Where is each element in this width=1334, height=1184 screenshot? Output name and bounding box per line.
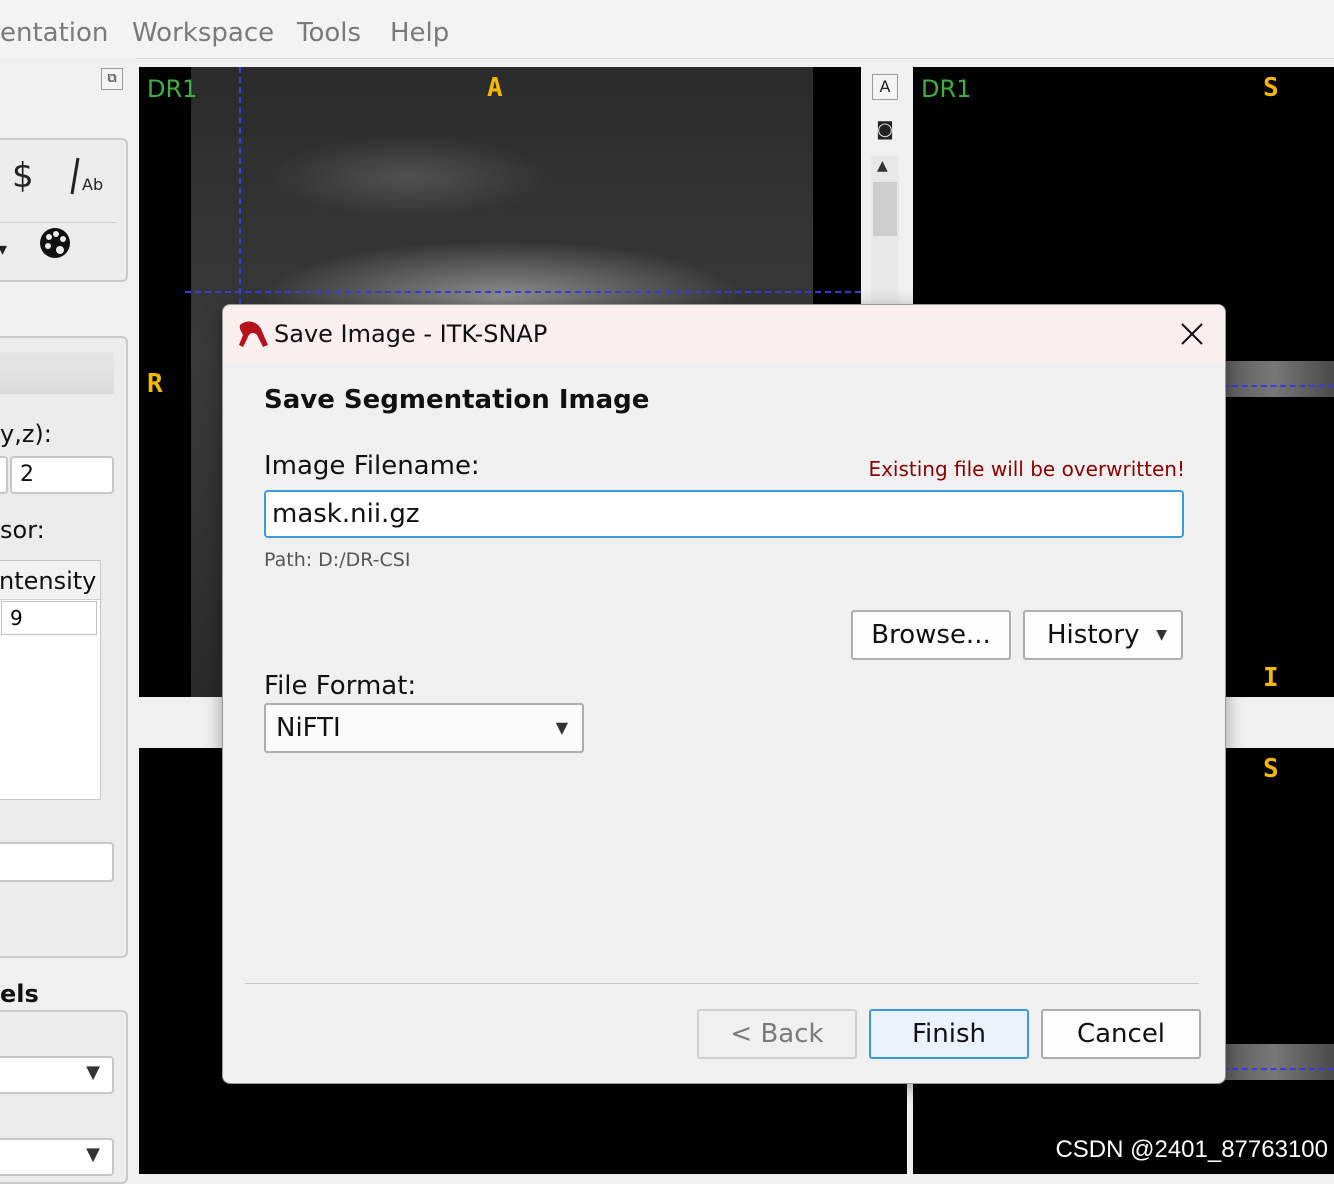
toolbox-divider — [0, 222, 116, 223]
dialog-titlebar: Save Image - ITK-SNAP — [223, 305, 1225, 363]
save-image-dialog: Save Image - ITK-SNAP Save Segmentation … — [222, 304, 1226, 1084]
active-label-select[interactable]: ▼ — [0, 1056, 114, 1094]
snake-tool-icon[interactable]: $ — [12, 154, 46, 198]
paint-over-select[interactable]: ▼ — [0, 1138, 114, 1176]
coord-x-field[interactable] — [0, 456, 8, 494]
format-label: File Format: — [264, 671, 417, 701]
format-select-value: NiFTI — [276, 713, 341, 743]
browse-button[interactable]: Browse... — [851, 610, 1011, 660]
filename-input[interactable]: mask.nii.gz — [264, 490, 1184, 538]
slice-scrollbar[interactable]: ▲ — [871, 156, 899, 306]
menu-help[interactable]: Help — [390, 18, 449, 48]
history-button[interactable]: History ▼ — [1023, 610, 1183, 660]
dialog-heading: Save Segmentation Image — [264, 385, 650, 415]
cursor-intensity-label: sor: — [0, 516, 45, 544]
watermark: CSDN @2401_87763100 — [1055, 1136, 1328, 1163]
orientation-superior: S — [1263, 754, 1279, 784]
path-text: Path: D:/DR-CSI — [264, 549, 411, 571]
layer-label: DR1 — [921, 75, 972, 103]
crosshair-horizontal — [185, 291, 861, 293]
cursor-coord-label: y,z): — [0, 420, 52, 448]
itk-snap-logo-icon — [237, 317, 271, 351]
undock-icon[interactable]: ⧉ — [101, 68, 123, 90]
chevron-down-icon: ▼ — [86, 1062, 100, 1083]
dialog-footer-divider — [245, 983, 1199, 984]
left-panel: ⧉ $ Ab ▾ y,z): 2 sor: ntensity 9 els ▼ ▼ — [0, 58, 136, 1184]
back-button[interactable]: < Back — [697, 1009, 857, 1059]
menu-tools[interactable]: Tools — [297, 18, 361, 48]
svg-text:Ab: Ab — [82, 175, 103, 194]
camera-icon[interactable]: ◙ — [872, 118, 898, 144]
history-button-label: History — [1047, 620, 1140, 650]
finish-button[interactable]: Finish — [869, 1009, 1029, 1059]
filename-label: Image Filename: — [264, 451, 480, 481]
annotation-tool-icon[interactable]: Ab — [62, 154, 110, 198]
orientation-anterior: A — [487, 73, 503, 103]
crosshair-horizontal — [1213, 385, 1334, 387]
label-value-field[interactable] — [0, 842, 114, 882]
panel-header — [0, 352, 114, 394]
layer-dropdown-icon[interactable]: ▾ — [0, 232, 22, 268]
annotation-toggle-icon[interactable]: A — [872, 74, 898, 100]
mri-slice-image — [1213, 361, 1334, 397]
orientation-right: R — [147, 369, 163, 399]
cancel-button[interactable]: Cancel — [1041, 1009, 1201, 1059]
mri-slice-image — [1213, 1044, 1334, 1080]
menu-segmentation[interactable]: entation — [0, 18, 108, 48]
labels-heading: els — [0, 980, 39, 1008]
palette-icon[interactable] — [38, 226, 74, 266]
dialog-title: Save Image - ITK-SNAP — [274, 320, 548, 348]
chevron-down-icon: ▼ — [555, 718, 568, 737]
scroll-thumb[interactable] — [873, 182, 897, 236]
chevron-down-icon: ▼ — [86, 1144, 100, 1165]
scroll-up-icon[interactable]: ▲ — [877, 158, 888, 174]
intensity-column-header: ntensity — [0, 561, 100, 600]
format-select[interactable]: NiFTI ▼ — [264, 703, 584, 753]
close-icon[interactable] — [1175, 317, 1209, 351]
crosshair-horizontal — [1213, 1068, 1334, 1070]
coord-z-field[interactable]: 2 — [10, 456, 114, 494]
menu-workspace[interactable]: Workspace — [132, 18, 274, 48]
orientation-superior: S — [1263, 73, 1279, 103]
menu-bar: entation Workspace Tools Help — [0, 0, 1334, 59]
overwrite-warning: Existing file will be overwritten! — [868, 457, 1185, 481]
intensity-table: ntensity 9 — [0, 560, 101, 800]
toolbox: $ Ab ▾ — [0, 138, 128, 282]
intensity-cell[interactable]: 9 — [1, 601, 97, 635]
orientation-inferior: I — [1263, 663, 1279, 693]
chevron-down-icon: ▼ — [1156, 627, 1167, 643]
layer-label: DR1 — [147, 75, 198, 103]
